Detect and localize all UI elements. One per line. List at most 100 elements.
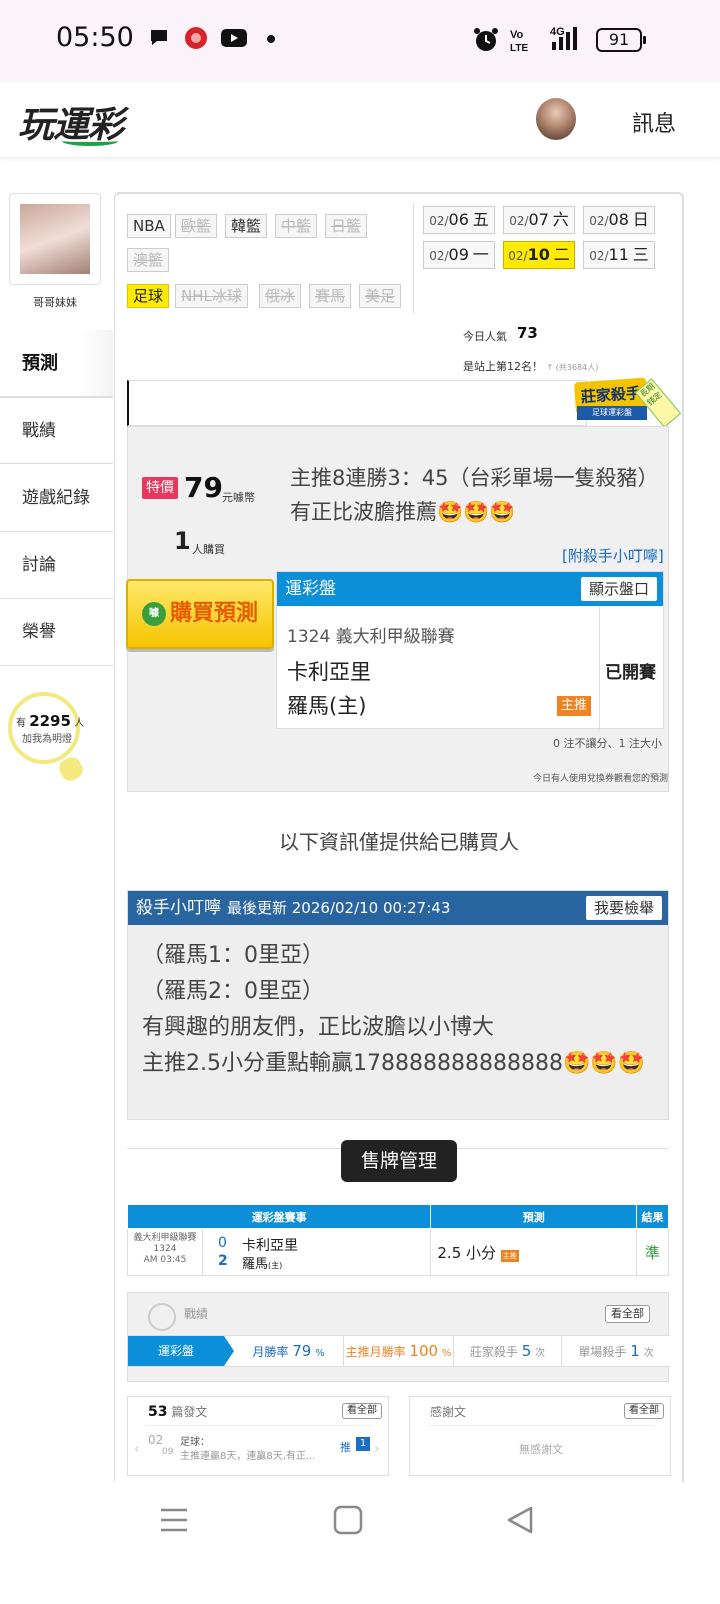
pick-summary: 0 注不讓分、1 注大小 xyxy=(553,737,662,750)
messages-link[interactable]: 訊息 xyxy=(632,106,676,138)
record-seg-lottery[interactable]: 運彩盤 xyxy=(128,1336,234,1366)
result-table: 運彩盤賽事 預測 結果 義大利甲級聯賽 1324 AM 03:45 0 2 卡利… xyxy=(126,1204,669,1276)
record-seg-monthly: 月勝率 79 % xyxy=(234,1336,344,1366)
post-push-count: 1 xyxy=(356,1437,370,1451)
date-0211[interactable]: 02/11 三 xyxy=(583,241,655,269)
target-icon xyxy=(148,1303,176,1331)
sidebar-item-discussion[interactable]: 討論 xyxy=(0,532,113,599)
table-row: 義大利甲級聯賽 1324 AM 03:45 0 2 卡利亞里 羅馬(主) 2.5… xyxy=(126,1228,669,1276)
divider xyxy=(413,202,414,314)
record-view-all-button[interactable]: 看全部 xyxy=(605,1305,650,1323)
buyer-only-notice: 以下資訊僅提供給已購買人 xyxy=(279,830,519,854)
sport-tab-nba[interactable]: NBA xyxy=(127,214,171,238)
post-push-label: 推 xyxy=(340,1441,351,1454)
sport-tab-korea-basketball[interactable]: 韓籃 xyxy=(225,214,268,238)
price-unit: 元噱幣 xyxy=(222,491,255,504)
sport-tab-cba: 中籃 xyxy=(275,214,318,238)
system-nav-bar xyxy=(0,1482,720,1604)
svg-text:LTE: LTE xyxy=(510,43,528,54)
user-avatar[interactable] xyxy=(536,98,576,140)
profile-name: 哥哥妹妹 xyxy=(33,296,77,309)
killer-tips-card: 殺手小叮嚀 最後更新 2026/02/10 00:27:43 我要檢舉 （羅馬1：0… xyxy=(127,890,669,1120)
game-card: 運彩盤 顯示盤口 1324 義大利甲級聯賽 卡利亞里 羅馬(主) 主推 已開賽 xyxy=(276,571,664,730)
game-status: 已開賽 xyxy=(605,663,656,683)
post-date-month: 02 xyxy=(148,1433,164,1447)
sport-tab-japan-basketball: 日籃 xyxy=(325,214,368,238)
record-seg-bookie-killer: 莊家殺手 5 次 xyxy=(454,1336,562,1366)
special-price-tag: 特價 xyxy=(142,477,178,499)
row-pick-tag: 主推 xyxy=(500,1249,519,1262)
home-icon[interactable] xyxy=(332,1504,364,1536)
team-away: 卡利亞里 xyxy=(287,660,371,684)
post-category: 足球： xyxy=(180,1437,210,1448)
tips-line: （羅馬2：0里亞） xyxy=(142,979,324,1004)
sales-management-button[interactable]: 售牌管理 xyxy=(341,1140,457,1182)
coin-icon: 噱 xyxy=(141,602,166,626)
prediction-card: 特價 79 元噱幣 1 人購買 主推8連勝3：45（台彩單場一隻殺豬）有正比波膽… xyxy=(126,426,669,792)
posts-count: 53 xyxy=(148,1404,168,1420)
main-panel: NBA 歐籃 韓籃 中籃 日籃 澳籃 足球 NHL冰球 俄冰 賽馬 美足 02/… xyxy=(114,192,684,1482)
post-excerpt[interactable]: 主推連贏8天，連贏8天,有正... xyxy=(180,1447,315,1462)
site-logo[interactable]: 玩運彩 xyxy=(18,96,124,148)
row-score-home: 2 xyxy=(218,1253,228,1269)
chat-bubble-icon xyxy=(151,30,167,45)
bookie-killer-badge: 莊家殺手 足球運彩盤 長期錢定 xyxy=(573,377,685,428)
report-button[interactable]: 我要檢舉 xyxy=(585,896,662,920)
table-header: 結果 xyxy=(636,1204,669,1229)
profile-photo-frame[interactable] xyxy=(9,193,101,285)
attach-tips-link[interactable]: [附殺手小叮嚀] xyxy=(562,545,664,566)
thanks-card: 感謝文 看全部 無感謝文 xyxy=(409,1396,671,1476)
fan-bulb[interactable]: 有 2295 人 加我為明燈 xyxy=(8,692,87,785)
status-bar: 05:50 Vo LTE 4G 91 xyxy=(0,0,720,82)
main-pick-tag: 主推 xyxy=(557,696,591,716)
posts-view-all-button[interactable]: 看全部 xyxy=(342,1403,382,1419)
sport-tab-horse-racing: 賽馬 xyxy=(309,284,352,308)
table-header: 預測 xyxy=(430,1204,638,1229)
date-0206[interactable]: 02/06 五 xyxy=(423,206,495,234)
sport-tab-euro-basketball: 歐籃 xyxy=(175,214,218,238)
record-label: 戰績 xyxy=(184,1307,209,1321)
thanks-empty: 無感謝文 xyxy=(519,1443,563,1456)
voucher-note: 今日有人使用兌換券觀看您的預測 xyxy=(532,774,668,784)
buy-prediction-button[interactable]: 噱購買預測 xyxy=(126,579,274,649)
fan-count: 2295 xyxy=(29,712,71,730)
next-arrow-icon[interactable]: › xyxy=(374,1441,380,1457)
date-0208[interactable]: 02/08 日 xyxy=(583,206,655,234)
sidebar: 哥哥妹妹 預測 戰績 遊戲紀錄 討論 榮譽 有 2295 人 加我為明燈 xyxy=(0,190,114,810)
menu-icon[interactable] xyxy=(158,1504,190,1536)
record-seg-main-monthly: 主推月勝率 100 % xyxy=(344,1336,454,1366)
sidebar-item-record[interactable]: 戰績 xyxy=(0,397,113,464)
row-code: 1324 xyxy=(153,1244,177,1254)
price-value: 79 xyxy=(184,471,223,504)
sidebar-item-game-history[interactable]: 遊戲紀錄 xyxy=(0,465,113,532)
record-card: 戰績 看全部 運彩盤 月勝率 79 % 主推月勝率 100 % 莊家殺手 5 次… xyxy=(127,1292,670,1382)
prev-arrow-icon[interactable]: ‹ xyxy=(134,1441,140,1457)
date-0210[interactable]: 02/10 二 xyxy=(503,241,575,269)
battery-icon: 91 xyxy=(596,28,646,52)
top-header: 玩運彩 訊息 xyxy=(0,82,720,158)
buyer-count: 1 xyxy=(174,527,191,555)
posts-card: 53 篇發文 看全部 ‹ 02 09 足球： 主推連贏8天，連贏8天,有正...… xyxy=(127,1396,389,1476)
bulb-base-icon xyxy=(55,753,87,785)
back-icon[interactable] xyxy=(504,1504,536,1536)
row-pick: 2.5 小分 xyxy=(437,1243,497,1262)
text-cursor-bar[interactable] xyxy=(127,380,587,426)
tips-line: 有興趣的朋友們，正比波膽以小博大 xyxy=(142,1015,495,1040)
alarm-icon xyxy=(474,28,498,51)
sport-tab-khl: 俄冰 xyxy=(259,284,302,308)
row-time: AM 03:45 xyxy=(143,1255,187,1265)
app-badge-icon xyxy=(185,27,207,49)
thanks-view-all-button[interactable]: 看全部 xyxy=(624,1403,664,1419)
sport-tab-soccer[interactable]: 足球 xyxy=(127,284,170,308)
record-seg-single-killer: 單場殺手 1 次 xyxy=(578,1342,654,1360)
dot-icon xyxy=(267,35,275,43)
rank-text: 是站上第12名！ ↑ (共3684人) xyxy=(463,360,599,373)
date-0209[interactable]: 02/09 一 xyxy=(423,241,495,269)
show-odds-button[interactable]: 顯示盤口 xyxy=(580,577,657,601)
sidebar-item-prediction[interactable]: 預測 xyxy=(0,330,113,397)
date-0207[interactable]: 02/07 六 xyxy=(503,206,575,234)
sidebar-item-honor[interactable]: 榮譽 xyxy=(0,599,113,666)
game-league: 1324 義大利甲級聯賽 xyxy=(287,627,455,647)
sport-tab-aus-basketball: 澳籃 xyxy=(127,248,170,272)
game-card-header: 運彩盤 顯示盤口 xyxy=(277,572,663,606)
